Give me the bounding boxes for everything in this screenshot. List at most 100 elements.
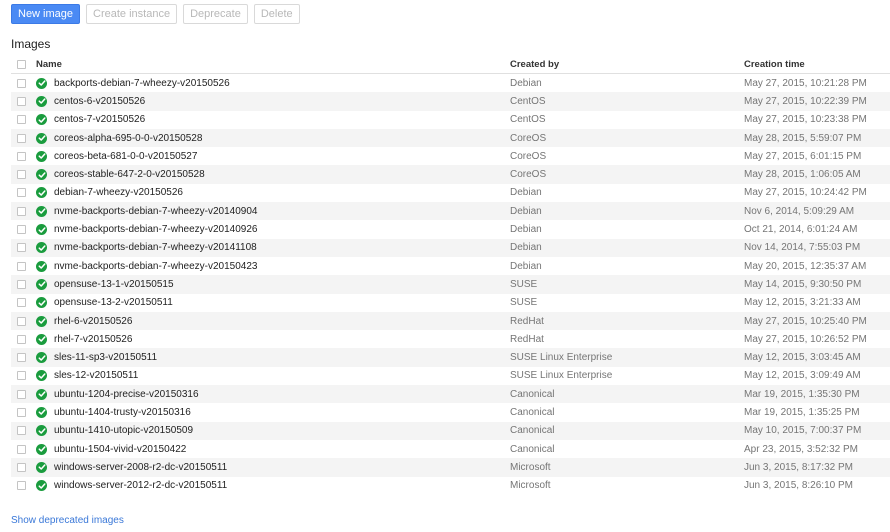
row-checkbox[interactable] <box>17 371 26 381</box>
table-row[interactable]: nvme-backports-debian-7-wheezy-v20141108… <box>11 238 890 257</box>
table-row[interactable]: opensuse-13-2-v20150511 SUSE May 12, 2015,… <box>11 294 890 312</box>
check-circle-icon <box>36 388 47 400</box>
check-circle-icon <box>36 169 47 181</box>
row-checkbox[interactable] <box>17 426 26 436</box>
check-circle-icon <box>36 352 47 364</box>
table-body: backports-debian-7-wheezy-v20150526 Debia… <box>11 74 890 495</box>
table-row[interactable]: backports-debian-7-wheezy-v20150526 Debia… <box>11 74 890 92</box>
image-name[interactable]: ubuntu-1204-precise-v20150316 <box>54 389 199 400</box>
table-row[interactable]: ubuntu-1410-utopic-v20150509 Canonical May… <box>11 421 890 440</box>
creation-time: May 28, 2015, 1:06:05 AM <box>744 169 861 181</box>
image-name[interactable]: centos-7-v20150526 <box>54 114 145 125</box>
check-circle-icon <box>36 242 47 254</box>
column-header-name[interactable]: Name <box>36 59 62 70</box>
column-header-creation-time[interactable]: Creation time <box>744 59 805 70</box>
image-name[interactable]: coreos-stable-647-2-0-v20150528 <box>54 169 205 180</box>
table-row[interactable]: nvme-backports-debian-7-wheezy-v20150423… <box>11 257 890 275</box>
table-row[interactable]: nvme-backports-debian-7-wheezy-v20140904… <box>11 202 890 221</box>
creation-time: May 12, 2015, 3:09:49 AM <box>744 370 861 382</box>
table-row[interactable]: centos-7-v20150526 CentOS May 27, 2015, 10… <box>11 111 890 129</box>
created-by: Canonical <box>510 406 555 418</box>
image-name[interactable]: debian-7-wheezy-v20150526 <box>54 187 183 198</box>
table-row[interactable]: ubuntu-1404-trusty-v20150316 Canonical Mar… <box>11 403 890 421</box>
image-name[interactable]: centos-6-v20150526 <box>54 96 145 107</box>
row-checkbox[interactable] <box>17 298 26 308</box>
row-checkbox[interactable] <box>17 206 26 216</box>
creation-time: Jun 3, 2015, 8:26:10 PM <box>744 480 853 492</box>
table-row[interactable]: windows-server-2008-r2-dc-v20150511 Micro… <box>11 458 890 477</box>
image-name[interactable]: nvme-backports-debian-7-wheezy-v20141108 <box>54 242 257 253</box>
row-checkbox[interactable] <box>17 133 26 143</box>
check-circle-icon <box>36 187 47 199</box>
row-checkbox[interactable] <box>17 170 26 180</box>
image-name[interactable]: backports-debian-7-wheezy-v20150526 <box>54 78 230 89</box>
table-row[interactable]: ubuntu-1504-vivid-v20150422 Canonical Apr … <box>11 440 890 458</box>
table-row[interactable]: sles-12-v20150511 SUSE Linux Enterprise Ma… <box>11 367 890 385</box>
show-deprecated-link[interactable]: Show deprecated images <box>11 515 124 526</box>
table-row[interactable]: debian-7-wheezy-v20150526 Debian May 27, 2… <box>11 184 890 202</box>
image-name[interactable]: coreos-beta-681-0-0-v20150527 <box>54 151 197 162</box>
column-header-created-by[interactable]: Created by <box>510 59 559 70</box>
image-name[interactable]: windows-server-2012-r2-dc-v20150511 <box>54 480 227 491</box>
row-checkbox[interactable] <box>17 261 26 271</box>
creation-time: May 27, 2015, 10:21:28 PM <box>744 77 867 89</box>
row-checkbox[interactable] <box>17 389 26 399</box>
deprecate-button[interactable]: Deprecate <box>183 4 248 24</box>
table-row[interactable]: opensuse-13-1-v20150515 SUSE May 14, 2015,… <box>11 275 890 294</box>
row-checkbox[interactable] <box>17 243 26 253</box>
created-by: Debian <box>510 205 542 217</box>
creation-time: Mar 19, 2015, 1:35:30 PM <box>744 388 860 400</box>
image-name[interactable]: nvme-backports-debian-7-wheezy-v20150423 <box>54 261 257 272</box>
image-name[interactable]: opensuse-13-1-v20150515 <box>54 279 174 290</box>
check-circle-icon <box>36 224 47 236</box>
image-name[interactable]: sles-12-v20150511 <box>54 370 138 381</box>
row-checkbox[interactable] <box>17 444 26 454</box>
table-row[interactable]: sles-11-sp3-v20150511 SUSE Linux Enterpri… <box>11 348 890 367</box>
created-by: Debian <box>510 187 542 199</box>
created-by: Microsoft <box>510 480 551 492</box>
select-all-checkbox[interactable] <box>17 60 26 69</box>
check-circle-icon <box>36 315 47 327</box>
table-row[interactable]: centos-6-v20150526 CentOS May 27, 2015, 10… <box>11 92 890 111</box>
image-name[interactable]: rhel-7-v20150526 <box>54 334 132 345</box>
table-row[interactable]: coreos-alpha-695-0-0-v20150528 CoreOS May … <box>11 128 890 148</box>
image-name[interactable]: windows-server-2008-r2-dc-v20150511 <box>54 462 227 473</box>
table-row[interactable]: rhel-6-v20150526 RedHat May 27, 2015, 10:2… <box>11 311 890 331</box>
new-image-button[interactable]: New image <box>11 4 81 24</box>
create-instance-button[interactable]: Create instance <box>86 4 178 24</box>
image-name[interactable]: rhel-6-v20150526 <box>54 316 132 327</box>
row-checkbox[interactable] <box>17 316 26 326</box>
row-checkbox[interactable] <box>17 225 26 235</box>
table-row[interactable]: ubuntu-1204-precise-v20150316 Canonical Ma… <box>11 385 890 404</box>
table-row[interactable]: nvme-backports-debian-7-wheezy-v20140926… <box>11 220 890 238</box>
row-checkbox[interactable] <box>17 334 26 344</box>
image-name[interactable]: ubuntu-1504-vivid-v20150422 <box>54 444 186 455</box>
creation-time: Oct 21, 2014, 6:01:24 AM <box>744 224 858 236</box>
created-by: SUSE <box>510 278 538 290</box>
image-name[interactable]: nvme-backports-debian-7-wheezy-v20140904 <box>54 206 257 217</box>
row-checkbox[interactable] <box>17 151 26 161</box>
delete-button[interactable]: Delete <box>253 4 300 24</box>
image-name[interactable]: opensuse-13-2-v20150511 <box>54 297 173 308</box>
row-checkbox[interactable] <box>17 407 26 417</box>
row-checkbox[interactable] <box>17 462 26 472</box>
check-circle-icon <box>36 114 47 126</box>
row-checkbox[interactable] <box>17 115 26 125</box>
table-row[interactable]: coreos-beta-681-0-0-v20150527 CoreOS May 2… <box>11 147 890 165</box>
row-checkbox[interactable] <box>17 78 26 88</box>
row-checkbox[interactable] <box>17 188 26 198</box>
row-checkbox[interactable] <box>17 279 26 289</box>
row-checkbox[interactable] <box>17 353 26 363</box>
image-name[interactable]: sles-11-sp3-v20150511 <box>54 352 157 363</box>
table-row[interactable]: coreos-stable-647-2-0-v20150528 CoreOS May… <box>11 165 890 184</box>
row-checkbox[interactable] <box>17 481 26 491</box>
table-row[interactable]: windows-server-2012-r2-dc-v20150511 Micro… <box>11 477 890 495</box>
image-name[interactable]: coreos-alpha-695-0-0-v20150528 <box>54 133 202 144</box>
check-circle-icon <box>36 461 47 473</box>
creation-time: May 27, 2015, 10:24:42 PM <box>744 187 867 199</box>
image-name[interactable]: ubuntu-1404-trusty-v20150316 <box>54 407 191 418</box>
table-row[interactable]: rhel-7-v20150526 RedHat May 27, 2015, 10:2… <box>11 330 890 348</box>
image-name[interactable]: ubuntu-1410-utopic-v20150509 <box>54 425 193 436</box>
image-name[interactable]: nvme-backports-debian-7-wheezy-v20140926 <box>54 224 257 235</box>
row-checkbox[interactable] <box>17 96 26 106</box>
